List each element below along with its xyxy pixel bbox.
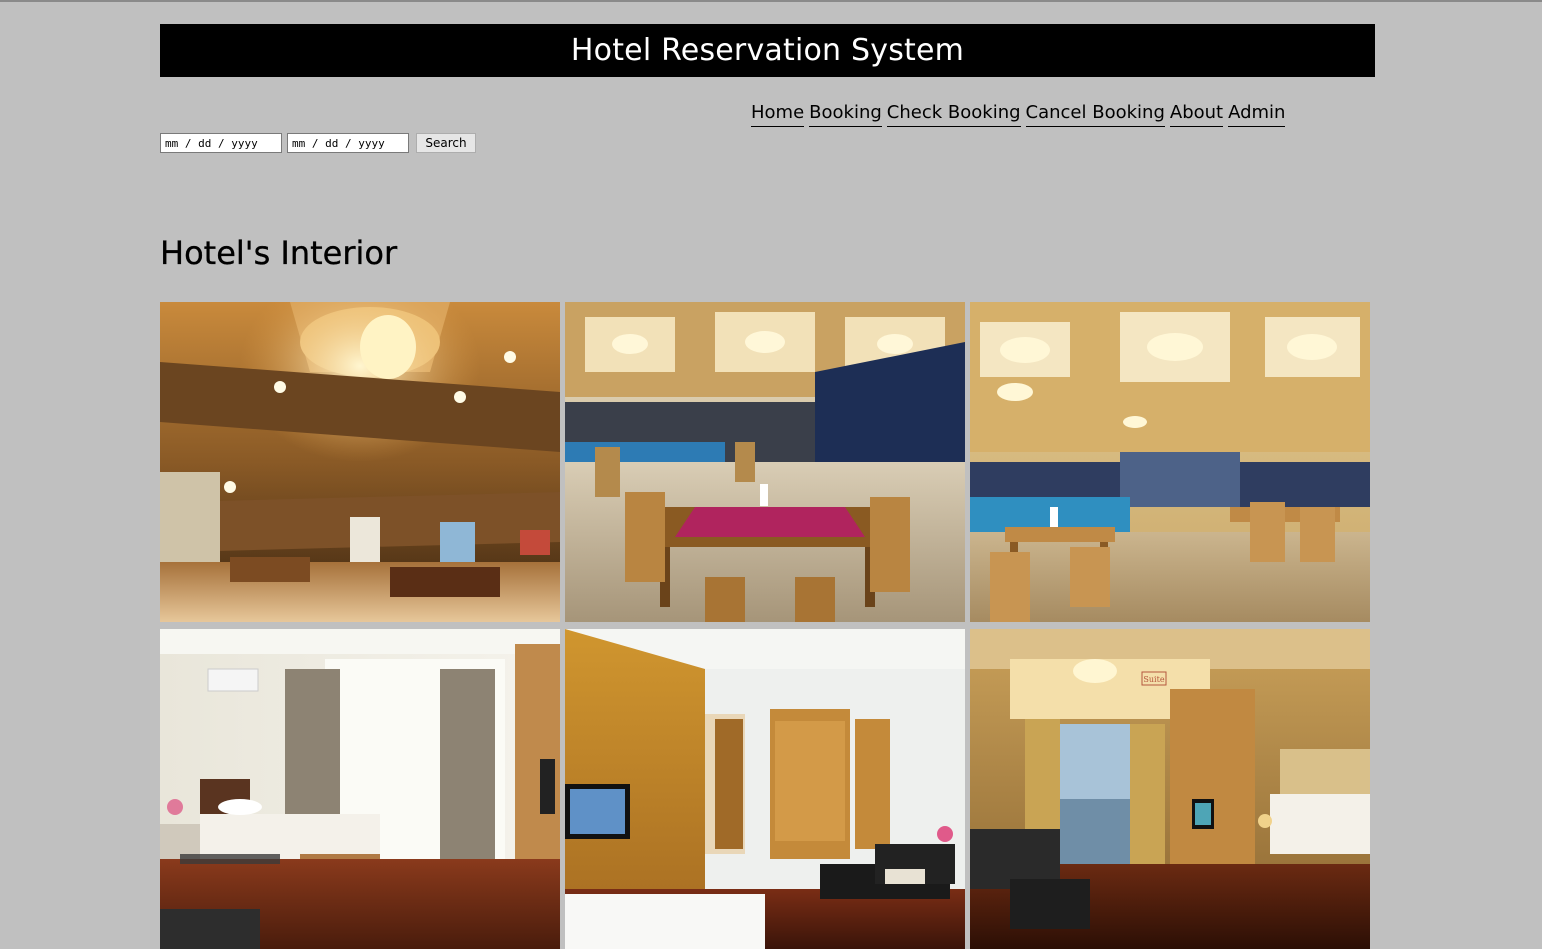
dining-room-photo [565, 302, 965, 622]
nav-check-booking-link[interactable]: Check Booking [886, 101, 1021, 127]
wood-room-photo [565, 629, 965, 949]
site-title: Hotel Reservation System [570, 33, 965, 68]
lobby-atrium-photo [160, 302, 560, 622]
checkin-date-input[interactable]: mm / dd / yyyy [160, 133, 282, 153]
nav-home-link[interactable]: Home [751, 101, 805, 127]
date-search-form: mm / dd / yyyy mm / dd / yyyy Search [160, 133, 476, 153]
section-title: Hotel's Interior [160, 234, 398, 272]
main-nav: Home Booking Check Booking Cancel Bookin… [751, 101, 1286, 127]
nav-cancel-booking-link[interactable]: Cancel Booking [1025, 101, 1165, 127]
nav-about-link[interactable]: About [1169, 101, 1224, 127]
checkout-date-input[interactable]: mm / dd / yyyy [287, 133, 409, 153]
checkout-date-placeholder: mm / dd / yyyy [292, 136, 385, 150]
search-button-label: Search [425, 136, 467, 150]
search-button[interactable]: Search [416, 133, 476, 153]
suite-room-photo: Suite [970, 629, 1370, 949]
suite-sign-label: Suite [1143, 675, 1164, 684]
interior-gallery: Suite [160, 302, 1375, 949]
buffet-hall-photo [970, 302, 1370, 622]
nav-admin-link[interactable]: Admin [1228, 101, 1286, 127]
top-border [0, 0, 1542, 2]
site-header: Hotel Reservation System [160, 24, 1375, 77]
guest-room-photo [160, 629, 560, 949]
checkin-date-placeholder: mm / dd / yyyy [165, 136, 258, 150]
nav-booking-link[interactable]: Booking [809, 101, 882, 127]
